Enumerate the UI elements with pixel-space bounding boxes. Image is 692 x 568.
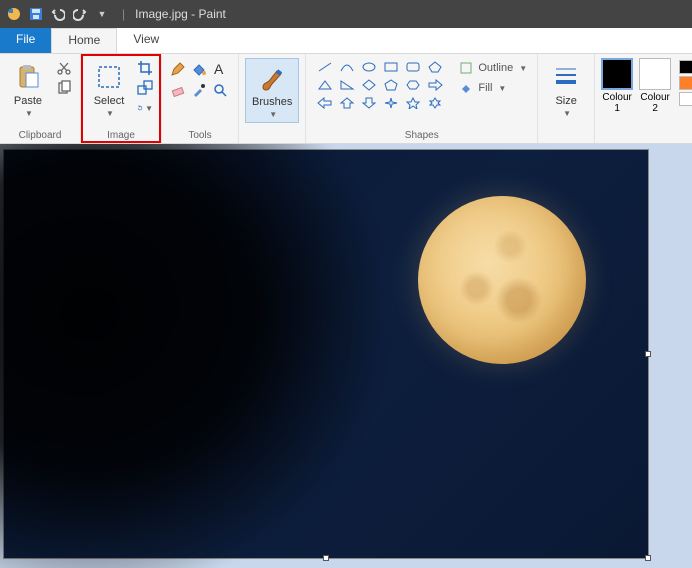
group-clipboard: Paste ▼ Clipboard: [0, 54, 81, 143]
cut-icon[interactable]: [56, 60, 72, 76]
shape-right-triangle[interactable]: [338, 78, 356, 92]
crop-icon[interactable]: [137, 60, 153, 76]
shape-arrow-right[interactable]: [426, 78, 444, 92]
palette-swatch[interactable]: [679, 60, 692, 74]
qat-redo-icon[interactable]: [71, 5, 89, 23]
shape-oval[interactable]: [360, 60, 378, 74]
qat-save-icon[interactable]: [27, 5, 45, 23]
tab-file[interactable]: File: [0, 28, 51, 53]
chevron-down-icon: ▼: [106, 109, 114, 118]
eraser-icon[interactable]: [170, 82, 186, 98]
paste-icon: [12, 61, 44, 93]
qat-customize-icon[interactable]: ▼: [93, 5, 111, 23]
chevron-down-icon: ▼: [563, 109, 571, 118]
window-title: Image.jpg - Paint: [135, 7, 226, 21]
shape-diamond[interactable]: [360, 78, 378, 92]
shape-outline-button[interactable]: Outline ▼: [458, 60, 527, 76]
shape-pentagon[interactable]: [382, 78, 400, 92]
group-size: Size ▼: [538, 54, 595, 143]
size-label: Size: [555, 95, 576, 107]
shape-polygon[interactable]: [426, 60, 444, 74]
shape-star4[interactable]: [382, 96, 400, 110]
shape-star5[interactable]: [404, 96, 422, 110]
size-icon: [550, 61, 582, 93]
colour2-label: Colour 2: [640, 92, 669, 114]
group-label-tools: Tools: [188, 130, 211, 141]
shape-arrow-up[interactable]: [338, 96, 356, 110]
shapes-gallery[interactable]: [312, 58, 450, 114]
group-shapes: Outline ▼ Fill ▼ Shapes: [306, 54, 538, 143]
colour1-swatch: [601, 58, 633, 90]
qat-undo-icon[interactable]: [49, 5, 67, 23]
svg-text:A: A: [214, 61, 224, 77]
brush-icon: [256, 62, 288, 94]
title-filename: Image.jpg: [135, 7, 188, 21]
title-appname: Paint: [199, 7, 226, 21]
size-button[interactable]: Size ▼: [544, 58, 588, 121]
brushes-label: Brushes: [252, 96, 292, 108]
shape-curve[interactable]: [338, 60, 356, 74]
shape-arrow-left[interactable]: [316, 96, 334, 110]
brushes-button[interactable]: Brushes ▼: [245, 58, 299, 123]
chevron-down-icon: ▼: [269, 110, 277, 119]
resize-handle-corner[interactable]: [645, 555, 651, 561]
image-moon: [418, 196, 586, 364]
chevron-down-icon: ▼: [519, 64, 527, 73]
chevron-down-icon: ▼: [25, 109, 33, 118]
rotate-icon[interactable]: ▼: [137, 100, 153, 116]
eyedropper-icon[interactable]: [191, 82, 207, 98]
text-icon[interactable]: A: [212, 61, 228, 77]
paste-button[interactable]: Paste ▼: [6, 58, 50, 121]
outline-label: Outline: [478, 62, 513, 74]
magnifier-icon[interactable]: [212, 82, 228, 98]
palette-swatch[interactable]: [679, 76, 692, 90]
shape-rect[interactable]: [382, 60, 400, 74]
shape-hexagon[interactable]: [404, 78, 422, 92]
shape-fill-button[interactable]: Fill ▼: [458, 80, 527, 96]
canvas-image[interactable]: [4, 150, 648, 558]
fill-label: Fill: [478, 82, 492, 94]
copy-icon[interactable]: [56, 80, 72, 96]
shape-line[interactable]: [316, 60, 334, 74]
canvas-workspace[interactable]: [0, 144, 692, 568]
shape-star6[interactable]: [426, 96, 444, 110]
shape-triangle[interactable]: [316, 78, 334, 92]
colour1-button[interactable]: Colour 1: [601, 58, 633, 114]
chevron-down-icon: ▼: [145, 104, 153, 113]
select-icon: [93, 61, 125, 93]
group-tools: A Tools: [162, 54, 239, 143]
tab-view[interactable]: View: [117, 28, 175, 53]
group-label-image: Image: [107, 130, 135, 141]
colour2-button[interactable]: Colour 2: [639, 58, 671, 114]
resize-handle-bottom[interactable]: [323, 555, 329, 561]
tab-home[interactable]: Home: [51, 28, 117, 53]
ribbon-tabs: File Home View: [0, 28, 692, 54]
group-label-clipboard: Clipboard: [19, 130, 62, 141]
image-foliage: [0, 144, 384, 568]
title-bar: ▼ | Image.jpg - Paint: [0, 0, 692, 28]
pencil-icon[interactable]: [170, 61, 186, 77]
fill-bucket-icon: [458, 80, 474, 96]
outline-icon: [458, 60, 474, 76]
colour-palette: [677, 58, 692, 108]
select-button[interactable]: Select ▼: [87, 58, 131, 121]
resize-icon[interactable]: [137, 80, 153, 96]
group-label-shapes: Shapes: [405, 130, 439, 141]
resize-handle-right[interactable]: [645, 351, 651, 357]
palette-swatch[interactable]: [679, 92, 692, 106]
paint-logo-icon: [5, 5, 23, 23]
title-divider: |: [122, 7, 125, 21]
group-brushes: Brushes ▼: [239, 54, 306, 143]
colour1-label: Colour 1: [602, 92, 631, 114]
shape-arrow-down[interactable]: [360, 96, 378, 110]
ribbon: Paste ▼ Clipboard Select ▼: [0, 54, 692, 144]
group-colours: Colour 1 Colour 2: [595, 54, 692, 143]
shape-roundrect[interactable]: [404, 60, 422, 74]
paste-label: Paste: [14, 95, 42, 107]
fill-icon[interactable]: [191, 61, 207, 77]
select-label: Select: [94, 95, 125, 107]
colour2-swatch: [639, 58, 671, 90]
group-image: Select ▼ ▼ Image: [81, 54, 162, 143]
chevron-down-icon: ▼: [498, 84, 506, 93]
